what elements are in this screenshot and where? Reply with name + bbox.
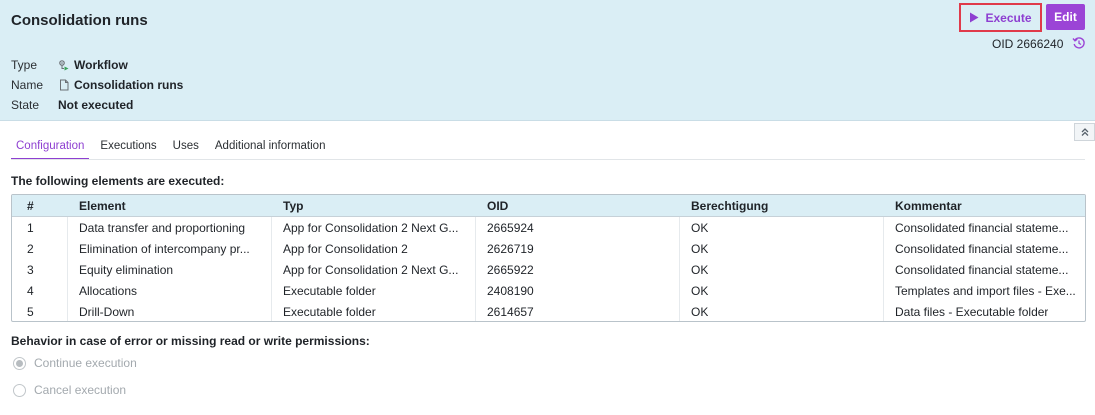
cell-berechtigung: OK [680,217,884,238]
elements-table: # Element Typ OID Berechtigung Kommentar… [11,194,1086,322]
tab-additional-information[interactable]: Additional information [210,136,331,160]
meta-row-name: Name Consolidation runs [11,75,183,95]
meta-info: Type Workflow Name Consolidation runs St… [11,55,183,115]
tab-configuration[interactable]: Configuration [11,136,90,160]
column-header-typ[interactable]: Typ [272,195,476,216]
table-row[interactable]: 2 Elimination of intercompany pr... App … [12,238,1085,259]
radio-cancel-execution[interactable]: Cancel execution [13,383,126,397]
tab-bar: Configuration Executions Uses Additional… [11,136,336,160]
cell-kommentar: Consolidated financial stateme... [895,220,1069,235]
radio-button-unchecked[interactable] [13,383,26,397]
cell-element: Allocations [68,280,272,301]
header-panel: Consolidation runs Type Workflow Name Co… [0,0,1095,121]
table-header: # Element Typ OID Berechtigung Kommentar [12,195,1085,217]
radio-continue-label: Continue execution [34,356,137,370]
cell-oid: 2614657 [476,301,680,321]
cell-kommentar: Templates and import files - Exe... [895,283,1076,298]
play-icon [970,12,979,23]
table-row[interactable]: 3 Equity elimination App for Consolidati… [12,259,1085,280]
radio-cancel-label: Cancel execution [34,383,127,397]
state-value: Not executed [58,98,134,112]
column-header-berechtigung[interactable]: Berechtigung [680,195,884,216]
cell-typ: App for Consolidation 2 [272,238,476,259]
meta-row-type: Type Workflow [11,55,183,75]
radio-button-checked[interactable] [13,356,26,370]
oid-label: OID 2666240 [992,37,1064,51]
meta-row-state: State Not executed [11,95,183,115]
cell-element: Elimination of intercompany pr... [68,238,272,259]
cell-oid: 2626719 [476,238,680,259]
table-row[interactable]: 1 Data transfer and proportioning App fo… [12,217,1085,238]
section-title: The following elements are executed: [11,174,225,188]
cell-number: 2 [12,238,68,259]
column-header-number[interactable]: # [12,195,68,216]
table-row[interactable]: 5 Drill-Down Executable folder 2614657 O… [12,301,1085,321]
radio-continue-execution[interactable]: Continue execution [13,356,137,370]
cell-kommentar: Consolidated financial stateme... [895,262,1069,277]
cell-typ: Executable folder [272,301,476,321]
cell-number: 5 [12,301,68,321]
edit-button[interactable]: Edit [1046,4,1085,30]
cell-number: 4 [12,280,68,301]
cell-berechtigung: OK [680,238,884,259]
tab-executions[interactable]: Executions [95,136,161,160]
type-value-text: Workflow [74,58,128,72]
name-value: Consolidation runs [58,78,183,92]
state-label: State [11,98,40,112]
execute-button[interactable]: Execute [959,3,1042,32]
cell-kommentar: Consolidated financial stateme... [895,241,1069,256]
cell-typ: Executable folder [272,280,476,301]
execute-button-label: Execute [985,10,1032,25]
name-label: Name [11,78,44,92]
tabs-divider [11,159,1085,160]
cell-kommentar: Data files - Executable folder [895,304,1049,319]
cell-oid: 2665922 [476,259,680,280]
cell-berechtigung: OK [680,280,884,301]
tab-uses[interactable]: Uses [168,136,204,160]
cell-element: Equity elimination [68,259,272,280]
document-icon [60,79,69,91]
cell-typ: App for Consolidation 2 Next G... [272,217,476,238]
cell-element: Drill-Down [68,301,272,321]
type-label: Type [11,58,38,72]
name-value-text: Consolidation runs [74,78,184,92]
cell-number: 3 [12,259,68,280]
behavior-title: Behavior in case of error or missing rea… [11,334,370,348]
cell-berechtigung: OK [680,259,884,280]
column-header-element[interactable]: Element [68,195,272,216]
cell-oid: 2408190 [476,280,680,301]
cell-element: Data transfer and proportioning [68,217,272,238]
page-title: Consolidation runs [11,12,148,29]
type-value: Workflow [58,58,128,72]
table-row[interactable]: 4 Allocations Executable folder 2408190 … [12,280,1085,301]
collapse-header-button[interactable] [1074,123,1095,141]
column-header-kommentar[interactable]: Kommentar [884,195,1085,216]
cell-berechtigung: OK [680,301,884,321]
cell-oid: 2665924 [476,217,680,238]
chevron-double-up-icon [1081,128,1088,136]
cell-number: 1 [12,217,68,238]
workflow-icon [59,60,69,71]
column-header-oid[interactable]: OID [476,195,680,216]
cell-typ: App for Consolidation 2 Next G... [272,259,476,280]
history-icon[interactable] [1072,36,1086,50]
